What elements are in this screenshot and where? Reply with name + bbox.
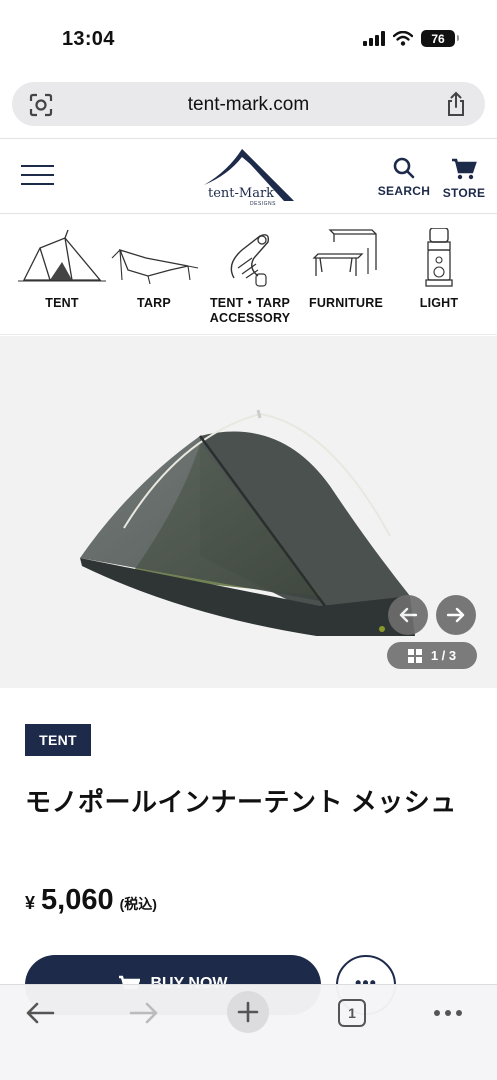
- category-furniture[interactable]: FURNITURE: [296, 214, 396, 335]
- store-label: STORE: [442, 186, 486, 200]
- status-bar: 13:04 76: [0, 0, 497, 74]
- store-button[interactable]: STORE: [438, 157, 490, 200]
- signal-icon: [363, 31, 385, 46]
- site-header: tent-Mark DESIGNS SEARCH STORE: [0, 138, 497, 214]
- search-icon: [393, 157, 415, 179]
- category-tent-tarp-accessory[interactable]: TENT・TARP ACCESSORY: [198, 214, 302, 335]
- price-tax-note: (税込): [119, 896, 157, 912]
- url-bar[interactable]: tent-mark.com: [12, 82, 485, 126]
- gallery-next-button[interactable]: [436, 595, 476, 635]
- tarp-icon: [111, 248, 199, 285]
- category-tent[interactable]: TENT: [10, 214, 114, 335]
- forward-button[interactable]: [124, 993, 164, 1033]
- category-label: LIGHT: [419, 296, 459, 310]
- ellipsis-icon: [434, 1010, 462, 1016]
- tab-count: 1: [338, 999, 366, 1027]
- grid-icon: [407, 648, 422, 663]
- search-button[interactable]: SEARCH: [374, 157, 434, 198]
- tent-mark-logo[interactable]: [198, 145, 298, 211]
- category-label: TENT・TARP ACCESSORY: [209, 296, 291, 325]
- category-label: FURNITURE: [308, 296, 384, 310]
- status-icons: 76: [363, 30, 459, 47]
- hamburger-menu-icon[interactable]: [21, 165, 54, 185]
- tabs-button[interactable]: 1: [332, 993, 372, 1033]
- accessory-icon: [230, 234, 270, 287]
- arrow-right-icon: [447, 607, 465, 623]
- arrow-left-icon: [399, 607, 417, 623]
- category-label: TARP: [137, 296, 171, 310]
- price-currency: ¥: [25, 893, 36, 913]
- category-badge[interactable]: TENT: [25, 724, 91, 756]
- product-image[interactable]: [70, 396, 430, 636]
- battery-icon: 76: [421, 30, 459, 47]
- gallery-prev-button[interactable]: [388, 595, 428, 635]
- gallery-counter-text: 1 / 3: [430, 648, 457, 663]
- back-arrow-icon: [26, 1002, 55, 1024]
- url-text[interactable]: tent-mark.com: [12, 94, 485, 116]
- logo-text: tent-Mark: [208, 186, 275, 201]
- category-tarp[interactable]: TARP: [104, 214, 204, 335]
- price-value: 5,060: [41, 884, 114, 916]
- browser-toolbar: 1: [0, 984, 497, 1080]
- product-price: ¥ 5,060 (税込): [25, 884, 157, 917]
- back-button[interactable]: [20, 993, 60, 1033]
- product-gallery[interactable]: [0, 336, 497, 688]
- category-label: TENT: [45, 296, 79, 310]
- more-menu-button[interactable]: [428, 993, 468, 1033]
- share-icon[interactable]: [445, 91, 467, 117]
- furniture-icon: [312, 229, 377, 276]
- category-light[interactable]: LIGHT: [392, 214, 486, 335]
- cart-icon: [452, 158, 477, 180]
- wifi-icon: [393, 31, 413, 46]
- lantern-icon: [425, 228, 453, 287]
- product-title: モノポールインナーテント メッシュ: [25, 787, 457, 817]
- tent-icon: [18, 229, 106, 282]
- plus-icon: [237, 1001, 259, 1023]
- status-time: 13:04: [62, 28, 115, 50]
- logo-subtext: DESIGNS: [250, 201, 277, 207]
- new-tab-button[interactable]: [227, 991, 269, 1033]
- category-nav: TENT TARP TENT・TARP ACCESSORY FURNITURE: [0, 214, 497, 335]
- search-label: SEARCH: [377, 184, 431, 198]
- gallery-counter[interactable]: 1 / 3: [387, 642, 477, 669]
- forward-arrow-icon: [129, 1002, 158, 1024]
